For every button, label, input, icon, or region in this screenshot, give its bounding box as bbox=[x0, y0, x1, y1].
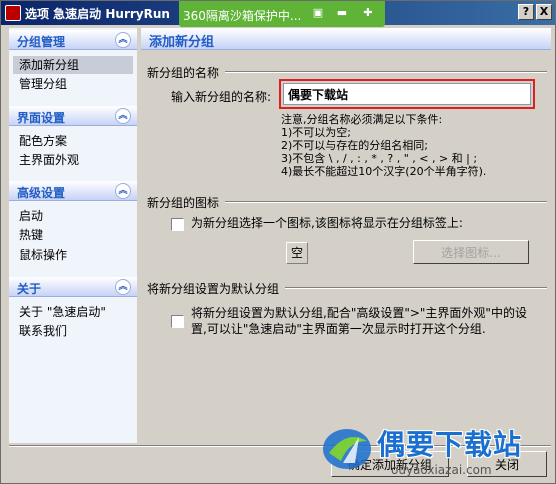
section-header[interactable]: 高级设置 ︽ bbox=[9, 181, 137, 201]
close-button[interactable]: X bbox=[536, 4, 552, 20]
help-button[interactable]: ? bbox=[518, 4, 534, 20]
note-line: 注意,分组名称必须满足以下条件: bbox=[281, 113, 443, 126]
sidebar: 分组管理 ︽ 添加新分组 管理分组 界面设置 ︽ 配色方案 主界面外观 高级设置… bbox=[9, 28, 137, 443]
section-body: 配色方案 主界面外观 bbox=[9, 127, 137, 173]
site-watermark: 偶要下载站 ouyaoxiazai.com bbox=[319, 421, 551, 483]
group-divider bbox=[225, 201, 547, 203]
sidebar-item-hotkeys[interactable]: 热键 bbox=[13, 226, 133, 244]
choose-icon-checkbox[interactable] bbox=[171, 218, 184, 231]
watermark-url: ouyaoxiazai.com bbox=[391, 463, 492, 477]
section-interface-settings: 界面设置 ︽ 配色方案 主界面外观 bbox=[9, 106, 137, 176]
notification-text: 360隔离沙箱保护中... bbox=[183, 9, 302, 23]
section-title: 关于 bbox=[17, 282, 42, 296]
sidebar-item-startup[interactable]: 启动 bbox=[13, 207, 133, 225]
sidebar-item-add-group[interactable]: 添加新分组 bbox=[13, 56, 133, 74]
folder-icon[interactable]: ▬ bbox=[335, 7, 349, 19]
section-group-management: 分组管理 ︽ 添加新分组 管理分组 bbox=[9, 30, 137, 100]
watermark-title: 偶要下载站 bbox=[377, 428, 523, 461]
name-rules-notes: 注意,分组名称必须满足以下条件: 1)不可以为空; 2)不可以与存在的分组名相同… bbox=[281, 113, 486, 178]
choose-icon-button[interactable]: 选择图标... bbox=[413, 240, 529, 264]
app-icon bbox=[5, 5, 21, 21]
set-default-checkbox[interactable] bbox=[171, 315, 184, 328]
window-title: 选项 急速启动 HurryRun bbox=[25, 7, 170, 21]
name-group-label: 新分组的名称 bbox=[147, 66, 220, 80]
section-title: 界面设置 bbox=[17, 111, 66, 125]
sidebar-item-color-scheme[interactable]: 配色方案 bbox=[13, 132, 133, 150]
sidebar-item-mouse-actions[interactable]: 鼠标操作 bbox=[13, 246, 133, 264]
collapse-chevron-icon[interactable]: ︽ bbox=[115, 108, 131, 124]
options-window: 选项 急速启动 HurryRun ? X 360隔离沙箱保护中... ▣ ▬ ✚… bbox=[0, 0, 556, 484]
main-header: 添加新分组 bbox=[141, 28, 551, 50]
name-field-label: 输入新分组的名称: bbox=[171, 90, 272, 104]
collapse-chevron-icon[interactable]: ︽ bbox=[115, 279, 131, 295]
icon-preview: 空 bbox=[286, 242, 308, 264]
set-default-checkbox-label-line1: 将新分组设置为默认分组,配合"高级设置">"主界面外观"中的设 bbox=[191, 306, 527, 320]
highlight-annotation bbox=[279, 79, 535, 109]
section-about: 关于 ︽ 关于 "急速启动" 联系我们 bbox=[9, 277, 137, 347]
section-title: 高级设置 bbox=[17, 186, 66, 200]
collapse-chevron-icon[interactable]: ︽ bbox=[115, 183, 131, 199]
watermark-logo-icon bbox=[323, 429, 371, 469]
note-line: 4)最长不能超过10个汉字(20个半角字符). bbox=[281, 165, 487, 178]
sandbox-shield-icon[interactable]: ▣ bbox=[311, 7, 325, 19]
icon-group-label: 新分组的图标 bbox=[147, 196, 220, 210]
note-line: 3)不包含 \ , / , : , * , ? , " , < , > 和 | … bbox=[281, 152, 478, 165]
sidebar-item-about[interactable]: 关于 "急速启动" bbox=[13, 303, 133, 321]
choose-icon-checkbox-label: 为新分组选择一个图标,该图标将显示在分组标签上: bbox=[191, 216, 463, 230]
section-title: 分组管理 bbox=[17, 35, 66, 49]
section-body: 关于 "急速启动" 联系我们 bbox=[9, 298, 137, 344]
group-divider bbox=[285, 287, 547, 289]
collapse-chevron-icon[interactable]: ︽ bbox=[115, 32, 131, 48]
section-body: 启动 热键 鼠标操作 bbox=[9, 202, 137, 268]
sandbox-notification[interactable]: 360隔离沙箱保护中... ▣ ▬ ✚ bbox=[179, 1, 385, 27]
set-default-checkbox-label-line2: 置,可以让"急速启动"主界面第一次显示时打开这个分组. bbox=[191, 322, 486, 336]
note-line: 1)不可以为空; bbox=[281, 126, 351, 139]
sidebar-item-contact[interactable]: 联系我们 bbox=[13, 322, 133, 340]
group-divider bbox=[225, 71, 547, 73]
sidebar-item-manage-groups[interactable]: 管理分组 bbox=[13, 75, 133, 93]
section-header[interactable]: 关于 ︽ bbox=[9, 277, 137, 297]
default-group-label: 将新分组设置为默认分组 bbox=[147, 282, 280, 296]
main-panel: 添加新分组 新分组的名称 输入新分组的名称: 注意,分组名称必须满足以下条件: … bbox=[141, 28, 551, 443]
note-line: 2)不可以与存在的分组名相同; bbox=[281, 139, 428, 152]
sidebar-item-main-appearance[interactable]: 主界面外观 bbox=[13, 151, 133, 169]
section-header[interactable]: 界面设置 ︽ bbox=[9, 106, 137, 126]
section-body: 添加新分组 管理分组 bbox=[9, 51, 137, 97]
page-title: 添加新分组 bbox=[149, 35, 215, 50]
section-header[interactable]: 分组管理 ︽ bbox=[9, 30, 137, 50]
section-advanced-settings: 高级设置 ︽ 启动 热键 鼠标操作 bbox=[9, 181, 137, 271]
pin-icon[interactable]: ✚ bbox=[361, 7, 375, 19]
